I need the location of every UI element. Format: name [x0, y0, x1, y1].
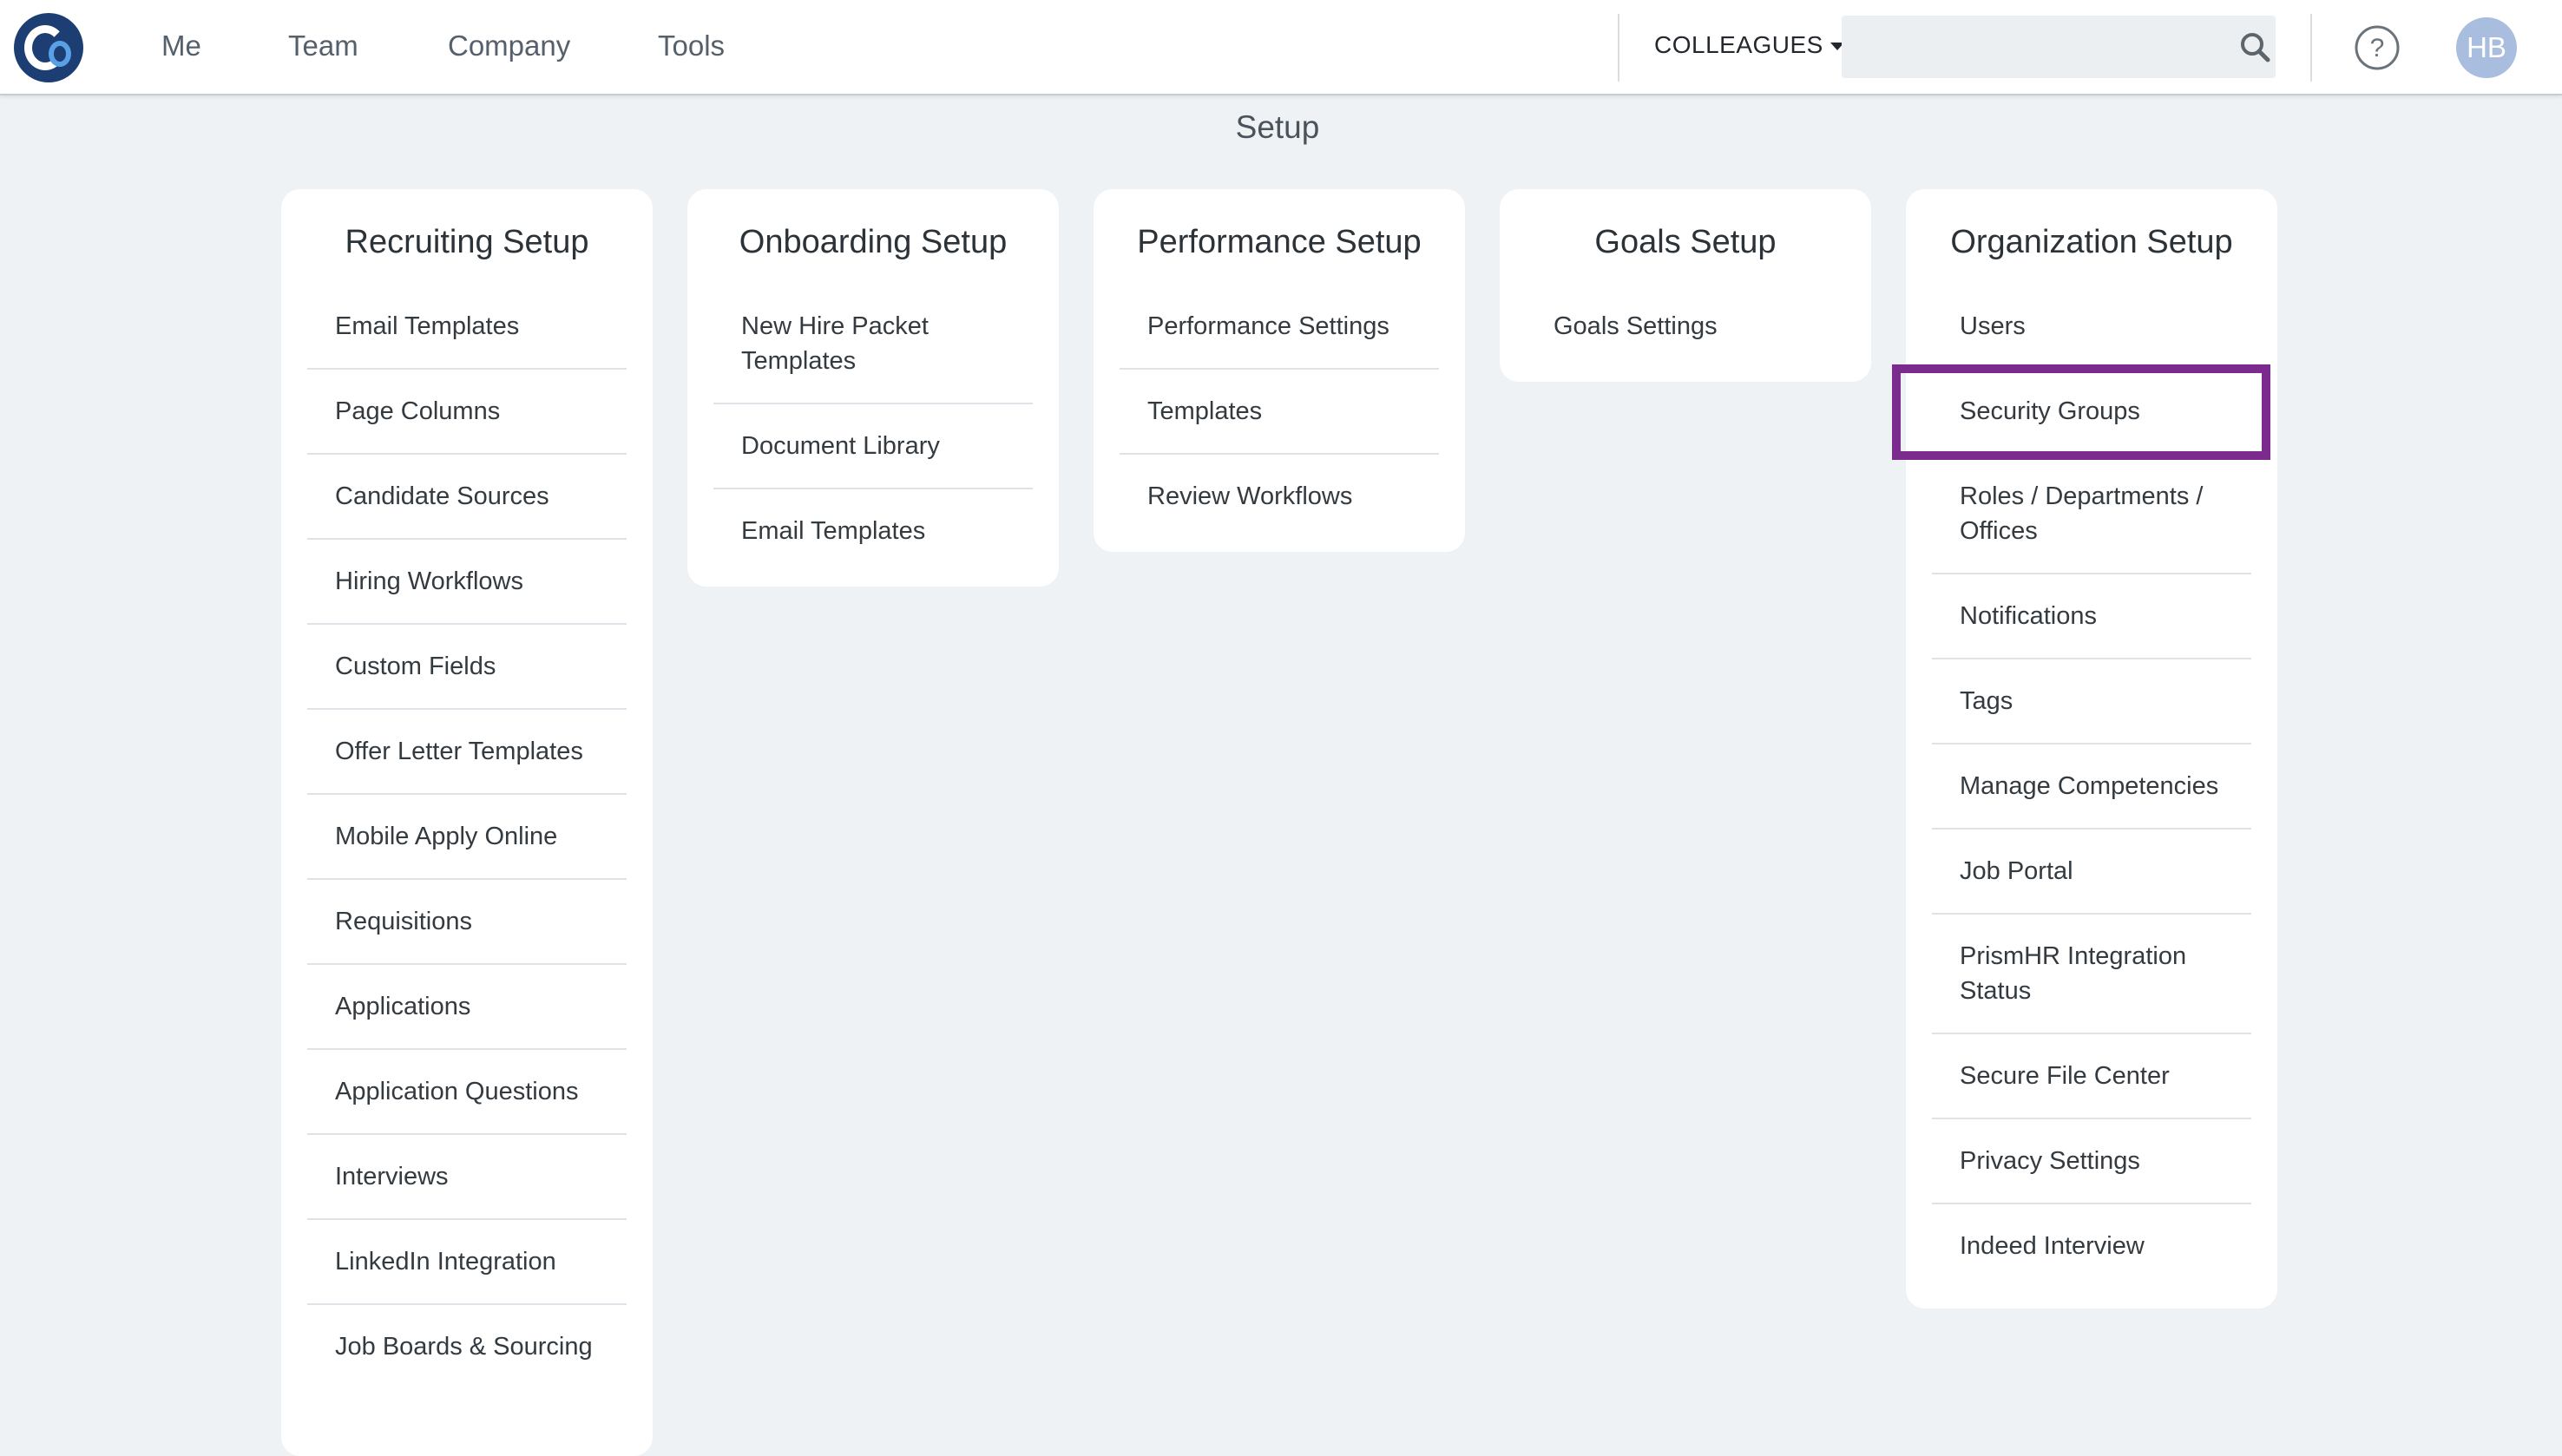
card-item-indeed-interview[interactable]: Indeed Interview — [1932, 1204, 2251, 1288]
card-item-secure-file-center[interactable]: Secure File Center — [1932, 1034, 2251, 1119]
card-item-templates[interactable]: Templates — [1120, 370, 1439, 455]
card-title: Goals Setup — [1594, 224, 1777, 260]
card-item-performance-settings[interactable]: Performance Settings — [1120, 285, 1439, 370]
card-item-linkedin-integration[interactable]: LinkedIn Integration — [307, 1220, 627, 1305]
search-input[interactable] — [1842, 16, 2276, 78]
card-item-roles-departments-offices[interactable]: Roles / Departments / Offices — [1932, 455, 2251, 574]
card-item-page-columns[interactable]: Page Columns — [307, 370, 627, 455]
performance-setup-card: Performance Setup Performance Settings T… — [1094, 189, 1465, 552]
nav-item-team[interactable]: Team — [288, 30, 358, 62]
nav-item-me[interactable]: Me — [161, 30, 201, 62]
help-icon[interactable]: ? — [2354, 24, 2401, 71]
card-item-list: New Hire Packet Templates Document Libra… — [713, 285, 1033, 587]
card-item-offer-letter-templates[interactable]: Offer Letter Templates — [307, 710, 627, 795]
card-item-email-templates[interactable]: Email Templates — [713, 489, 1033, 573]
card-item-goals-settings[interactable]: Goals Settings — [1526, 285, 1845, 368]
organization-setup-card: Organization Setup Users Security Groups… — [1906, 189, 2277, 1308]
card-title: Performance Setup — [1137, 224, 1422, 260]
card-item-list: Performance Settings Templates Review Wo… — [1120, 285, 1439, 552]
logo-o-mark — [49, 41, 71, 67]
recruiting-setup-card: Recruiting Setup Email Templates Page Co… — [281, 189, 653, 1456]
colleagues-dropdown[interactable]: COLLEAGUES — [1654, 31, 1844, 59]
card-item-interviews[interactable]: Interviews — [307, 1135, 627, 1220]
search-icon[interactable] — [2239, 31, 2270, 62]
card-title: Onboarding Setup — [739, 224, 1008, 260]
card-item-users[interactable]: Users — [1932, 285, 2251, 370]
card-item-tags[interactable]: Tags — [1932, 659, 2251, 744]
card-item-custom-fields[interactable]: Custom Fields — [307, 625, 627, 710]
card-item-privacy-settings[interactable]: Privacy Settings — [1932, 1119, 2251, 1204]
card-item-review-workflows[interactable]: Review Workflows — [1120, 455, 1439, 538]
card-item-applications[interactable]: Applications — [307, 965, 627, 1050]
card-item-list: Goals Settings — [1526, 285, 1845, 382]
card-item-job-portal[interactable]: Job Portal — [1932, 830, 2251, 915]
avatar[interactable]: HB — [2456, 17, 2517, 78]
card-item-candidate-sources[interactable]: Candidate Sources — [307, 455, 627, 540]
card-item-requisitions[interactable]: Requisitions — [307, 880, 627, 965]
svg-text:?: ? — [2370, 34, 2385, 62]
card-title: Organization Setup — [1950, 224, 2233, 260]
card-item-hiring-workflows[interactable]: Hiring Workflows — [307, 540, 627, 625]
colleagues-label: COLLEAGUES — [1654, 31, 1823, 58]
card-title: Recruiting Setup — [345, 224, 589, 260]
nav-divider — [2310, 14, 2312, 82]
nav-item-tools[interactable]: Tools — [658, 30, 725, 62]
nav-item-company[interactable]: Company — [448, 30, 570, 62]
card-item-security-groups[interactable]: Security Groups — [1932, 370, 2251, 455]
card-item-notifications[interactable]: Notifications — [1932, 574, 2251, 659]
onboarding-setup-card: Onboarding Setup New Hire Packet Templat… — [687, 189, 1059, 587]
nav-divider — [1618, 14, 1619, 82]
card-item-manage-competencies[interactable]: Manage Competencies — [1932, 744, 2251, 830]
card-item-email-templates[interactable]: Email Templates — [307, 285, 627, 370]
card-item-mobile-apply-online[interactable]: Mobile Apply Online — [307, 795, 627, 880]
company-logo[interactable] — [14, 13, 83, 82]
card-item-application-questions[interactable]: Application Questions — [307, 1050, 627, 1135]
card-item-document-library[interactable]: Document Library — [713, 404, 1033, 489]
card-item-job-boards-sourcing[interactable]: Job Boards & Sourcing — [307, 1305, 627, 1388]
card-item-prismhr-integration-status[interactable]: PrismHR Integration Status — [1932, 915, 2251, 1034]
page-title: Setup — [1235, 109, 1320, 145]
card-item-new-hire-packet-templates[interactable]: New Hire Packet Templates — [713, 285, 1033, 404]
goals-setup-card: Goals Setup Goals Settings — [1500, 189, 1871, 382]
card-item-list: Users Security Groups Roles / Department… — [1932, 285, 2251, 1308]
card-item-list: Email Templates Page Columns Candidate S… — [307, 285, 627, 1388]
top-navigation-bar: Me Team Company Tools COLLEAGUES ? HB — [0, 0, 2562, 95]
